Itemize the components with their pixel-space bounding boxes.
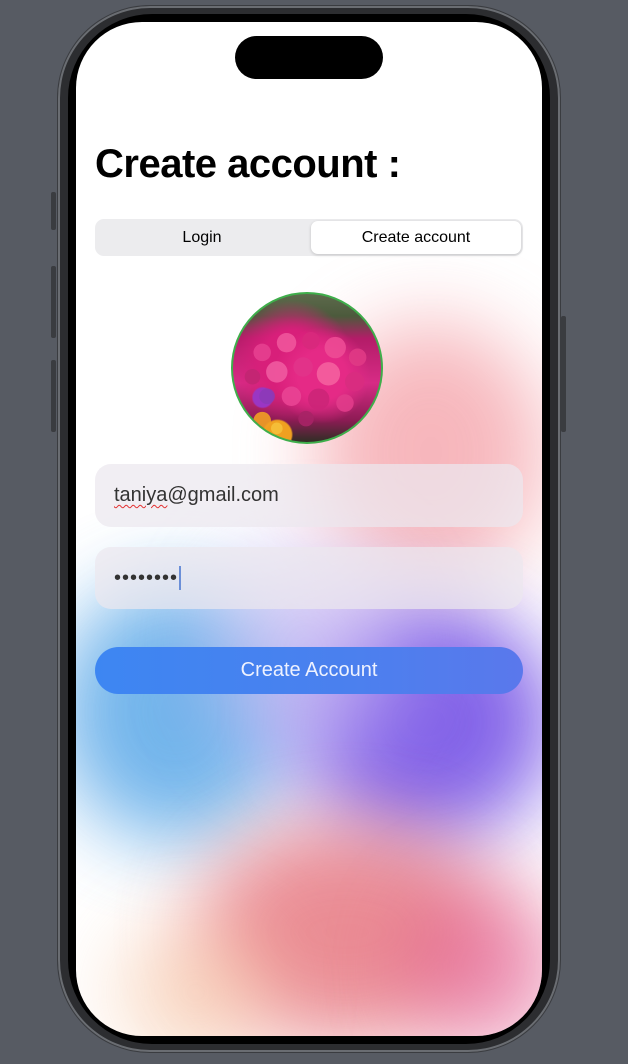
power-button [561,316,566,432]
flower-photo [244,331,367,435]
email-field[interactable]: taniya @gmail.com [95,464,523,527]
text-caret [179,566,182,590]
volume-up-button [51,266,56,338]
phone-frame: Create account : Login Create account ta… [51,6,566,1052]
password-mask: •••••••• [114,566,179,589]
action-button [51,192,56,230]
volume-down-button [51,360,56,432]
tab-login[interactable]: Login [97,221,307,254]
create-account-button[interactable]: Create Account [95,647,523,694]
dynamic-island [235,36,383,79]
tab-create-account[interactable]: Create account [311,221,521,254]
auth-mode-segmented-control[interactable]: Login Create account [95,219,523,256]
page-title: Create account : [95,142,401,186]
screen: Create account : Login Create account ta… [76,22,542,1036]
password-field[interactable]: •••••••• [95,547,523,609]
bezel: Create account : Login Create account ta… [68,14,550,1044]
profile-photo-avatar[interactable] [231,292,383,444]
email-text-misspelled: taniya [114,484,168,506]
email-text-rest: @gmail.com [167,484,279,506]
